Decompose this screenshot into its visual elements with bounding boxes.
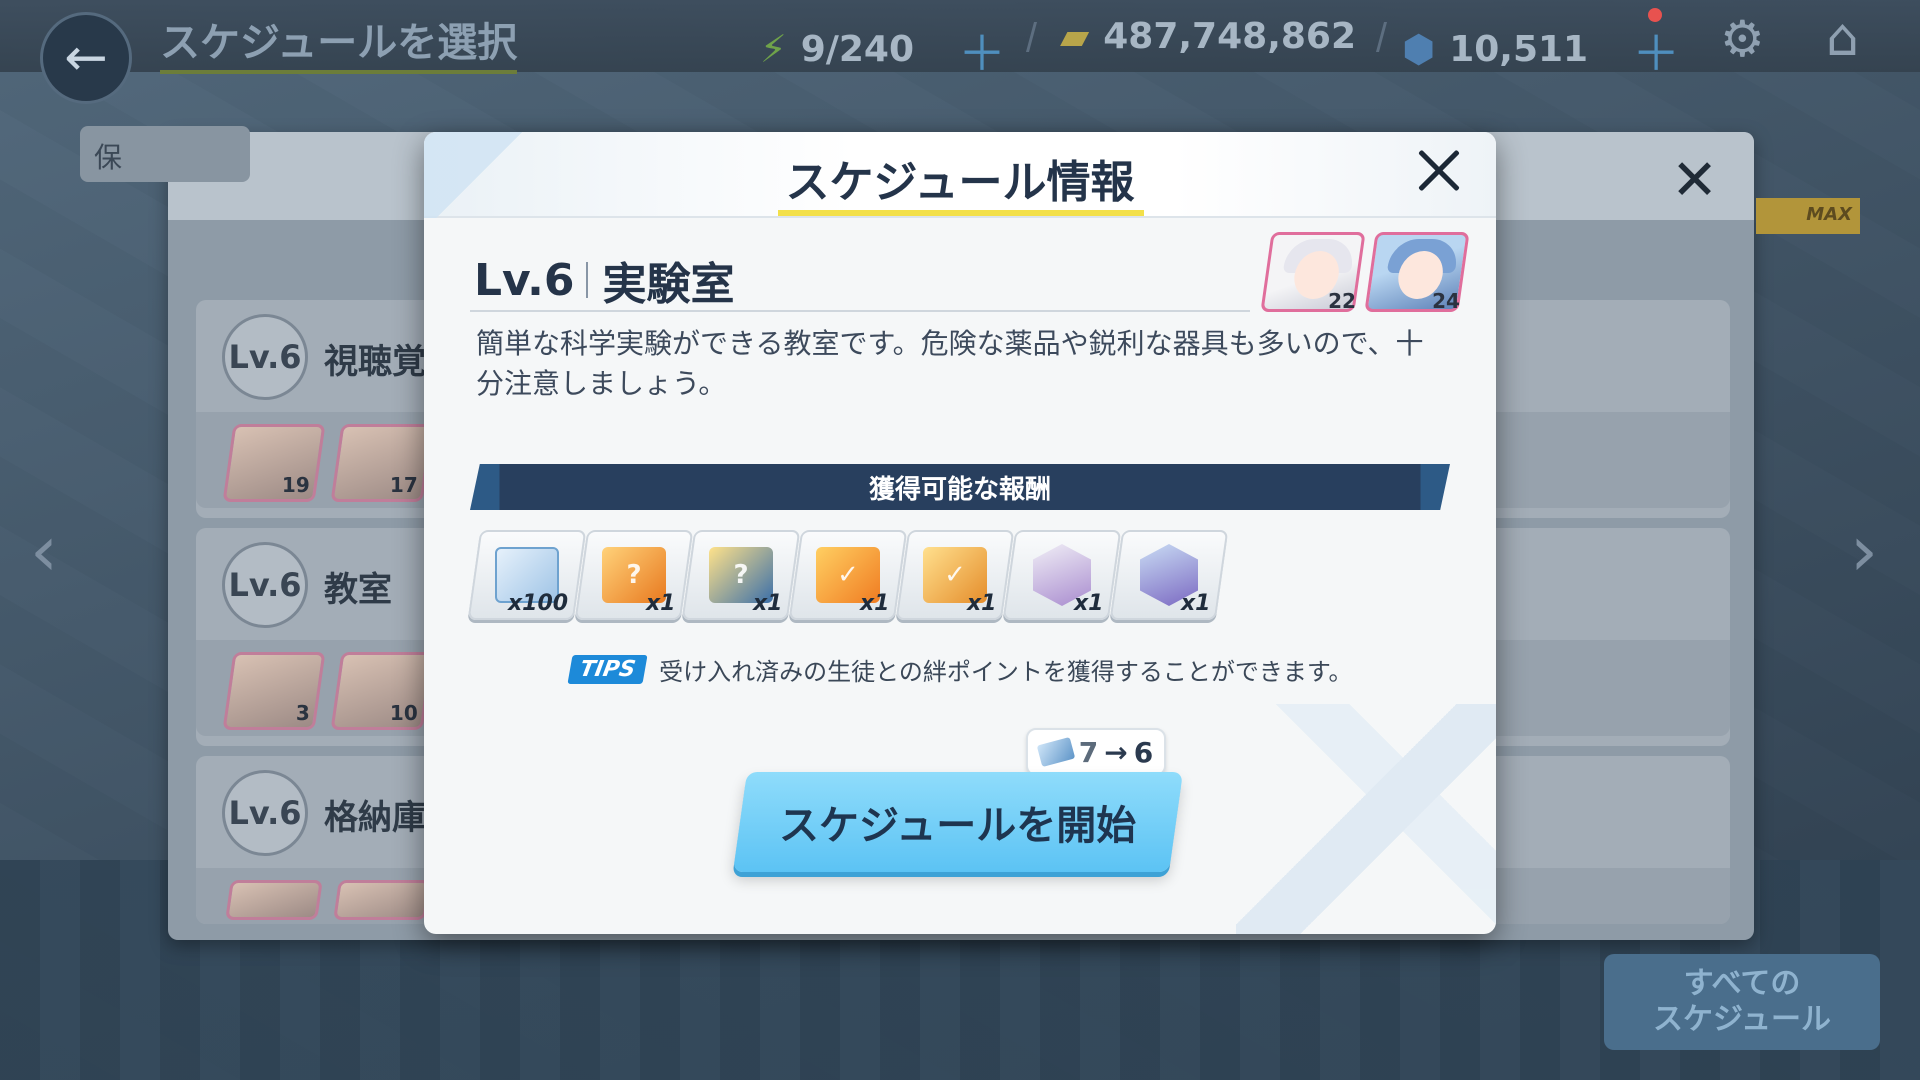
panel-close-icon[interactable]: ✕ (1671, 148, 1718, 213)
reward-qty: x100 (507, 591, 568, 616)
cost-to: 6 (1133, 735, 1154, 769)
start-schedule-button[interactable]: スケジュールを開始 (732, 772, 1184, 872)
schedule-info-modal: スケジュール情報 Lv.6 実験室 22 24 簡単な科学実験ができる教室です。… (424, 132, 1496, 934)
room-level: Lv.6 (474, 254, 575, 306)
reward-qty: x1 (752, 591, 782, 616)
all-schedules-button[interactable]: すべての スケジュール (1604, 954, 1880, 1050)
reward-item-ex-box[interactable]: ✓ x1 (788, 530, 908, 620)
back-button[interactable]: ← (40, 12, 132, 104)
tips-text: 受け入れ済みの生徒との絆ポイントを獲得することができます。 (659, 658, 1353, 686)
reward-item-gift-box[interactable]: ? x1 (681, 530, 801, 620)
affinity-level: 3 (295, 701, 310, 725)
gem-icon: ⬢ (1402, 27, 1436, 71)
notification-dot (1648, 8, 1662, 22)
modal-title: スケジュール情報 (785, 157, 1135, 208)
reward-list: x100 ? x1 ? x1 ✓ x1 ✓ x1 x1 x1 (467, 530, 1229, 620)
max-label: MAX (1806, 204, 1852, 225)
student-portrait: 3 (222, 652, 326, 730)
location-chip[interactable]: 保 (80, 126, 250, 182)
screen-title: スケジュールを選択 (160, 10, 518, 74)
room-name: 格納庫 (324, 798, 426, 838)
tips-row: TIPS 受け入れ済みの生徒との絆ポイントを獲得することができます。 (567, 652, 1353, 687)
student-portrait: 17 (330, 424, 434, 502)
ticket-icon (1036, 736, 1076, 768)
affinity-level: 19 (282, 473, 310, 497)
level-badge: Lv.6 (222, 314, 308, 400)
student-portrait (225, 880, 323, 920)
arrow-left-icon: ← (64, 28, 108, 88)
all-schedules-label: スケジュール (1653, 1002, 1831, 1037)
gear-icon[interactable]: ⚙ (1720, 10, 1765, 68)
ap-counter: ⚡ 9/240 ＋ (760, 14, 1006, 84)
student-portrait: 19 (222, 424, 326, 502)
student-portrait: 10 (330, 652, 434, 730)
credit-icon: ▰ (1060, 14, 1090, 58)
chevron-left-icon[interactable]: ‹ (30, 510, 58, 592)
reward-item-exp-ticket[interactable]: x100 (467, 530, 587, 620)
level-badge: Lv.6 (222, 770, 308, 856)
affinity-level: 10 (390, 701, 418, 725)
credits-value: 487,748,862 (1103, 15, 1357, 57)
gems-value: 10,511 (1449, 28, 1589, 70)
reward-qty: x1 (1180, 591, 1210, 616)
reward-item-check-box[interactable]: ✓ x1 (895, 530, 1015, 620)
rewards-heading: 獲得可能な報酬 (470, 464, 1450, 510)
reward-qty: x1 (859, 591, 889, 616)
lightning-icon: ⚡ (760, 27, 787, 71)
reward-qty: x1 (645, 591, 675, 616)
reward-item-mystery-box[interactable]: ? x1 (574, 530, 694, 620)
affinity-level: 22 (1328, 289, 1356, 313)
reward-qty: x1 (966, 591, 996, 616)
location-chip-label: 保 (94, 141, 123, 174)
max-bar: MAX (1756, 198, 1860, 234)
gems-counter: ⬢ 10,511 ＋ (1402, 14, 1680, 84)
room-name: 教室 (324, 570, 392, 610)
room-heading: Lv.6 実験室 (474, 248, 734, 312)
divider (586, 262, 589, 298)
tips-badge: TIPS (567, 655, 648, 684)
ap-value: 9/240 (800, 28, 915, 70)
chevron-right-icon[interactable]: › (1850, 510, 1878, 592)
modal-decoration (1236, 704, 1496, 934)
heading-underline (470, 310, 1250, 312)
home-icon[interactable]: ⌂ (1826, 8, 1859, 68)
reward-item-student-hex[interactable]: x1 (1002, 530, 1122, 620)
close-icon[interactable] (1408, 140, 1470, 202)
room-name: 視聴覚 (324, 342, 426, 382)
reward-item-student-hex[interactable]: x1 (1109, 530, 1229, 620)
cost-bubble: 7 → 6 (1026, 728, 1166, 786)
affinity-level: 17 (390, 473, 418, 497)
room-description: 簡単な科学実験ができる教室です。危険な薬品や鋭利な器具も多いので、十分注意しまし… (476, 327, 1424, 400)
student-portrait (333, 880, 431, 920)
rewards-heading-label: 獲得可能な報酬 (868, 474, 1051, 505)
credits-counter: ▰ 487,748,862 (1060, 14, 1356, 58)
affinity-level: 24 (1432, 289, 1460, 313)
room-name: 実験室 (602, 259, 735, 310)
reward-qty: x1 (1073, 591, 1103, 616)
cost-from: 7 (1078, 735, 1099, 769)
affinity-heart-badge: 24 (1426, 277, 1466, 326)
affinity-heart-badge: 22 (1322, 277, 1362, 326)
level-badge: Lv.6 (222, 542, 308, 628)
start-schedule-label: スケジュールを開始 (779, 803, 1137, 849)
arrow-right-icon: → (1104, 735, 1128, 769)
all-schedules-label: すべての (1683, 966, 1801, 1001)
title-underline (778, 210, 1144, 216)
add-gems-button[interactable]: ＋ (1632, 14, 1680, 84)
add-ap-button[interactable]: ＋ (958, 14, 1006, 84)
